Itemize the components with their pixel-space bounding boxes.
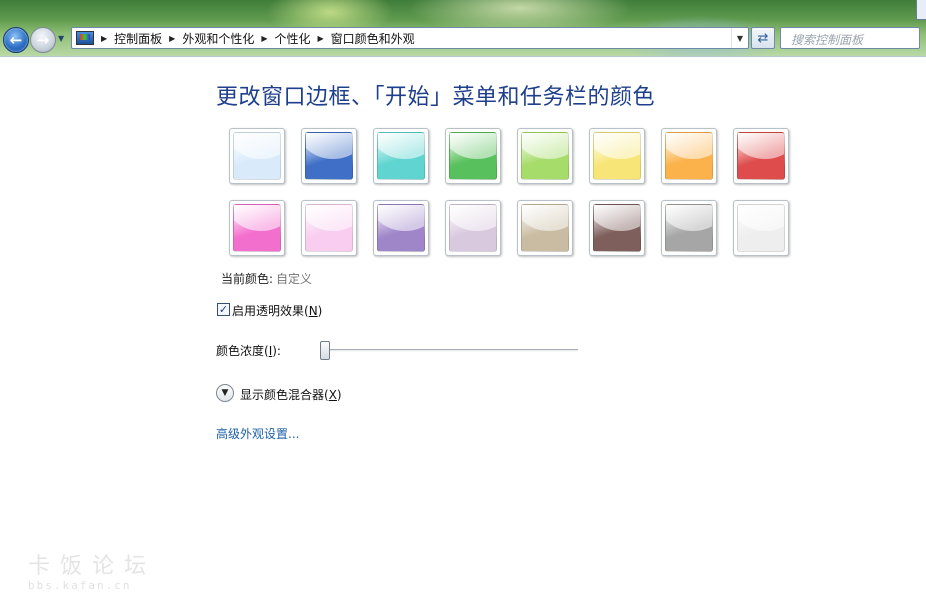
swatch-color-fill bbox=[305, 132, 353, 180]
swatch-color-fill bbox=[665, 204, 713, 252]
page-title: 更改窗口边框、「开始」菜单和任务栏的颜色 bbox=[216, 85, 656, 110]
watermark-url: bbs.kafan.cn bbox=[28, 579, 132, 592]
color-swatch-fuchsia[interactable] bbox=[229, 200, 285, 256]
enable-transparency-checkbox[interactable]: ✓ bbox=[217, 303, 230, 316]
swatch-color-fill bbox=[377, 204, 425, 252]
back-arrow-icon: ← bbox=[9, 31, 23, 49]
refresh-icon: ⇄ bbox=[757, 30, 769, 46]
search-input[interactable]: 搜索控制面板 bbox=[780, 27, 920, 49]
checkmark-icon: ✓ bbox=[218, 303, 229, 316]
address-dropdown-button[interactable]: ▼ bbox=[731, 28, 748, 48]
color-swatch-frost[interactable] bbox=[733, 200, 789, 256]
color-intensity-slider-thumb[interactable] bbox=[320, 341, 330, 360]
swatch-color-fill bbox=[737, 132, 785, 180]
swatch-color-fill bbox=[305, 204, 353, 252]
swatch-color-fill bbox=[737, 204, 785, 252]
control-panel-icon bbox=[76, 31, 94, 45]
swatch-color-fill bbox=[521, 204, 569, 252]
back-button[interactable]: ← bbox=[3, 27, 29, 53]
watermark-title: 卡饭论坛 bbox=[28, 554, 157, 579]
enable-transparency-label[interactable]: 启用透明效果(N) bbox=[232, 302, 322, 319]
forward-button[interactable]: → bbox=[30, 27, 56, 53]
recent-pages-dropdown[interactable]: ▼ bbox=[58, 34, 68, 44]
color-swatch-blush[interactable] bbox=[301, 200, 357, 256]
color-swatch-leaf[interactable] bbox=[445, 128, 501, 184]
current-color-value: 自定义 bbox=[276, 272, 313, 286]
breadcrumb-arrow-icon[interactable]: ▶ bbox=[169, 34, 175, 43]
color-swatch-lime[interactable] bbox=[517, 128, 573, 184]
window-frame-corner bbox=[916, 0, 926, 20]
color-swatch-taupe[interactable] bbox=[517, 200, 573, 256]
swatch-color-fill bbox=[665, 132, 713, 180]
color-swatch-chocolate[interactable] bbox=[589, 200, 645, 256]
swatch-color-fill bbox=[449, 204, 497, 252]
swatch-color-fill bbox=[593, 132, 641, 180]
refresh-button[interactable]: ⇄ bbox=[751, 27, 775, 49]
color-swatch-ruby[interactable] bbox=[733, 128, 789, 184]
color-swatch-violet[interactable] bbox=[373, 200, 429, 256]
color-swatch-sea[interactable] bbox=[373, 128, 429, 184]
swatch-color-fill bbox=[233, 132, 281, 180]
color-swatch-pumpkin[interactable] bbox=[661, 128, 717, 184]
breadcrumb-arrow-icon[interactable]: ▶ bbox=[101, 34, 107, 43]
address-bar[interactable]: ▶ 控制面板 ▶ 外观和个性化 ▶ 个性化 ▶ 窗口颜色和外观 ▼ bbox=[71, 27, 749, 49]
color-swatch-slate[interactable] bbox=[661, 200, 717, 256]
show-color-mixer-button[interactable]: ▼ bbox=[216, 384, 234, 402]
color-intensity-slider-track[interactable] bbox=[320, 349, 578, 352]
breadcrumb-arrow-icon[interactable]: ▶ bbox=[261, 34, 267, 43]
swatch-color-fill bbox=[521, 132, 569, 180]
show-color-mixer-label[interactable]: 显示颜色混合器(X) bbox=[240, 386, 342, 403]
advanced-appearance-settings-link[interactable]: 高级外观设置... bbox=[216, 425, 299, 442]
color-swatch-lavender[interactable] bbox=[445, 200, 501, 256]
color-swatch-sky[interactable] bbox=[229, 128, 285, 184]
color-intensity-label: 颜色浓度(I): bbox=[216, 344, 281, 358]
swatch-color-fill bbox=[377, 132, 425, 180]
navigation-bar: ← → ▼ ▶ 控制面板 ▶ 外观和个性化 ▶ 个性化 ▶ 窗口颜色和外观 ▼ … bbox=[0, 0, 926, 57]
breadcrumb-control-panel[interactable]: 控制面板 bbox=[114, 30, 162, 47]
breadcrumb-personalization[interactable]: 个性化 bbox=[275, 30, 311, 47]
window: ← → ▼ ▶ 控制面板 ▶ 外观和个性化 ▶ 个性化 ▶ 窗口颜色和外观 ▼ … bbox=[0, 0, 926, 602]
breadcrumb-arrow-icon[interactable]: ▶ bbox=[318, 34, 324, 43]
swatch-color-fill bbox=[449, 132, 497, 180]
swatch-color-fill bbox=[233, 204, 281, 252]
breadcrumb-window-color[interactable]: 窗口颜色和外观 bbox=[331, 30, 415, 47]
chevron-down-icon: ▼ bbox=[221, 388, 229, 398]
color-swatch-twilight[interactable] bbox=[301, 128, 357, 184]
color-swatch-sun[interactable] bbox=[589, 128, 645, 184]
chevron-down-icon: ▼ bbox=[58, 34, 65, 43]
swatch-color-fill bbox=[593, 204, 641, 252]
chevron-down-icon: ▼ bbox=[736, 33, 744, 43]
current-color-label: 当前颜色: bbox=[221, 272, 274, 286]
breadcrumb-appearance[interactable]: 外观和个性化 bbox=[182, 30, 254, 47]
forward-arrow-icon: → bbox=[36, 31, 50, 49]
forum-watermark: 卡饭论坛 bbs.kafan.cn bbox=[28, 548, 158, 592]
